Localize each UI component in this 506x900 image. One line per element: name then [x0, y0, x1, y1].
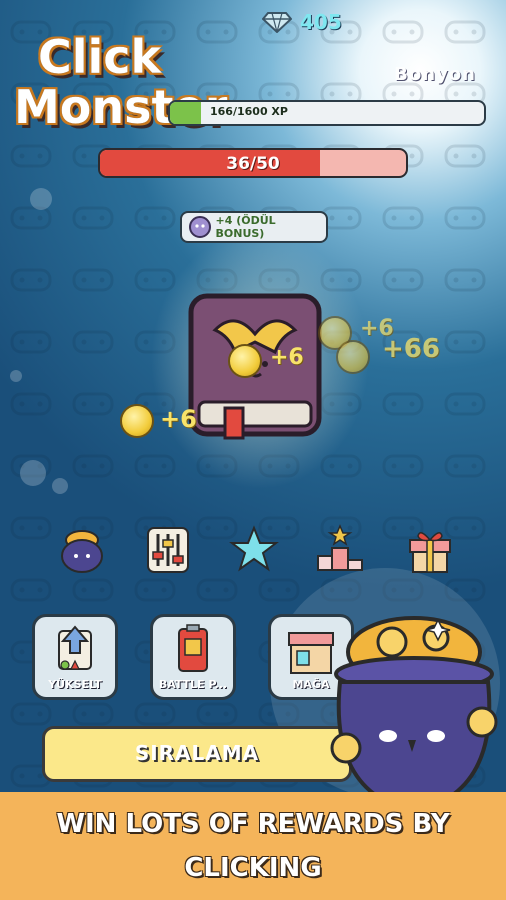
hp-bar: 36/50: [98, 148, 408, 178]
xp-bar-fill: [170, 102, 202, 124]
coin-plus-text: +6: [160, 405, 197, 433]
star-icon[interactable]: [226, 522, 282, 578]
coin-icon: [336, 340, 370, 374]
coin-icon: [228, 344, 262, 378]
gem-counter[interactable]: 405: [262, 10, 342, 34]
sliders-icon[interactable]: [140, 522, 196, 578]
quick-dock: [30, 522, 476, 582]
bokeh-light: [10, 370, 22, 382]
monster-badge-icon: [189, 216, 211, 238]
bokeh-light: [20, 460, 46, 486]
badge-card-icon: [178, 624, 208, 672]
pot-icon[interactable]: [54, 522, 110, 578]
coin-pot-mascot: [330, 616, 498, 796]
logo-line-1: Click: [38, 30, 162, 84]
coin-plus-text: +6: [270, 345, 304, 370]
bokeh-light: [30, 188, 52, 210]
bonus-text: +4 (ÖDÜL BONUS): [215, 214, 276, 240]
xp-bar: 166/1600 XP: [168, 100, 486, 126]
battle-pass-label: BATTLE P...: [158, 678, 228, 691]
promo-banner: WIN LOTS OF REWARDS BY CLICKING: [0, 792, 506, 900]
player-name: Bonyon: [394, 64, 476, 85]
xp-text: 166/1600 XP: [210, 105, 288, 118]
battle-pass-button[interactable]: BATTLE P...: [150, 614, 236, 700]
podium-icon[interactable]: [312, 522, 368, 578]
upgrade-button[interactable]: YÜKSELT: [32, 614, 118, 700]
gift-icon[interactable]: [402, 522, 458, 578]
bokeh-light: [52, 478, 68, 494]
game-screen: Click Monster 405 Bonyon 166/1600 XP 36/…: [0, 0, 506, 900]
ranking-button[interactable]: SIRALAMA: [42, 726, 352, 782]
diamond-icon: [262, 12, 292, 33]
promo-banner-text: WIN LOTS OF REWARDS BY CLICKING: [56, 809, 450, 883]
upgrade-arrow-icon: [58, 625, 92, 670]
hp-text: 36/50: [226, 154, 280, 174]
coin-icon: [120, 404, 154, 438]
coin-plus-text: +66: [382, 334, 440, 364]
reward-bonus-chip: +4 (ÖDÜL BONUS): [180, 211, 328, 243]
upgrade-label: YÜKSELT: [48, 678, 102, 691]
ranking-label: SIRALAMA: [134, 741, 260, 765]
gem-count: 405: [300, 10, 342, 34]
